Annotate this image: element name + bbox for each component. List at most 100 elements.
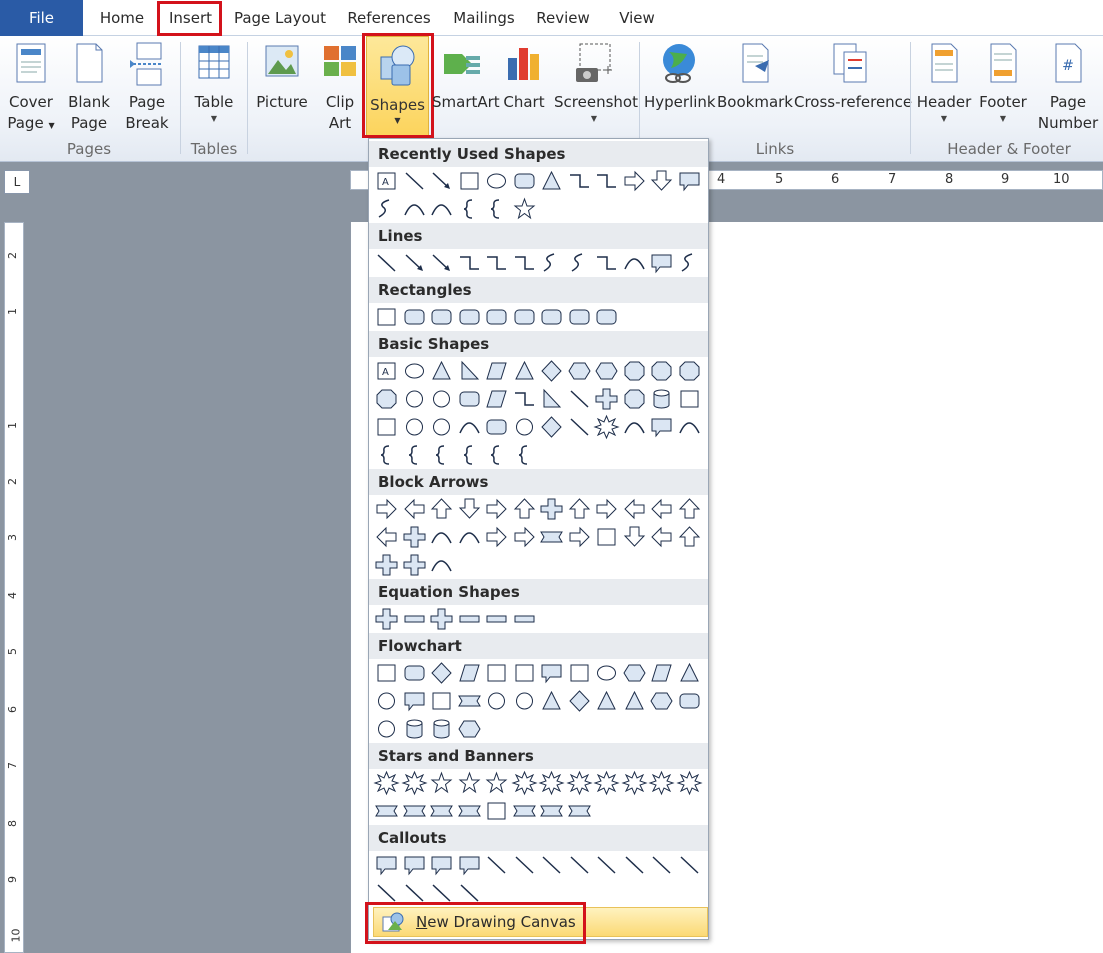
shape-arrowline-icon[interactable] — [428, 167, 455, 195]
shape-banner-icon[interactable] — [538, 523, 565, 551]
shape-tri-icon[interactable] — [593, 687, 620, 715]
shape-rarrow-icon[interactable] — [593, 495, 620, 523]
shape-diamond-icon[interactable] — [538, 413, 565, 441]
tab-review[interactable]: Review — [530, 0, 596, 36]
shape-brace-icon[interactable] — [511, 441, 538, 469]
shape-curve-icon[interactable] — [401, 195, 428, 223]
shape-burst-icon[interactable] — [593, 769, 620, 797]
shape-curve-icon[interactable] — [428, 523, 455, 551]
shape-hex-icon[interactable] — [593, 357, 620, 385]
shape-burst-icon[interactable] — [593, 413, 620, 441]
shape-rrect-icon[interactable] — [483, 413, 510, 441]
shape-elbow-icon[interactable] — [593, 167, 620, 195]
shape-brace-icon[interactable] — [456, 441, 483, 469]
shape-star-icon[interactable] — [483, 769, 510, 797]
shape-cyl-icon[interactable] — [648, 385, 675, 413]
shape-rarrow-icon[interactable] — [511, 523, 538, 551]
shape-burst-icon[interactable] — [538, 769, 565, 797]
shape-line-icon[interactable] — [456, 879, 483, 907]
shape-burst-icon[interactable] — [510, 769, 538, 797]
shape-rrect-icon[interactable] — [538, 303, 565, 331]
shape-rrect-icon[interactable] — [428, 303, 455, 331]
shape-rrect-icon[interactable] — [566, 303, 593, 331]
shape-line-icon[interactable] — [428, 879, 455, 907]
shape-banner-icon[interactable] — [456, 687, 483, 715]
shape-cyl-icon[interactable] — [428, 715, 455, 743]
shape-larrow-icon[interactable] — [373, 523, 400, 551]
shape-oct-icon[interactable] — [621, 385, 648, 413]
tab-page-layout[interactable]: Page Layout — [228, 0, 332, 36]
blank-page-button[interactable]: Blank Page — [63, 40, 115, 134]
shape-curve-icon[interactable] — [428, 195, 455, 223]
shape-minus-icon[interactable] — [511, 605, 538, 633]
shape-rrect-icon[interactable] — [401, 303, 428, 331]
shape-uarrow-icon[interactable] — [428, 495, 455, 523]
shape-tri-icon[interactable] — [621, 687, 648, 715]
shape-banner-icon[interactable] — [428, 797, 455, 825]
shape-plus-icon[interactable] — [401, 551, 428, 579]
tab-selector[interactable]: L — [4, 170, 30, 194]
shape-textbox-icon[interactable]: A — [373, 357, 400, 385]
shape-line-icon[interactable] — [401, 167, 428, 195]
shape-rect-icon[interactable] — [511, 659, 538, 687]
shape-para-icon[interactable] — [648, 659, 675, 687]
shape-plus-icon[interactable] — [593, 385, 620, 413]
shape-banner-icon[interactable] — [373, 797, 400, 825]
tab-mailings[interactable]: Mailings — [446, 0, 522, 36]
shape-brace-icon[interactable] — [373, 441, 400, 469]
shape-callout-icon[interactable] — [676, 167, 703, 195]
shape-elbow-icon[interactable] — [566, 167, 593, 195]
shape-curve-icon[interactable] — [676, 413, 703, 441]
shape-elbow-icon[interactable] — [511, 249, 538, 277]
shape-para-icon[interactable] — [456, 659, 483, 687]
shape-larrow-icon[interactable] — [648, 495, 675, 523]
shape-scribble-icon[interactable] — [538, 249, 565, 277]
shape-tri-icon[interactable] — [428, 357, 455, 385]
shape-circle-icon[interactable] — [373, 687, 400, 715]
shape-brace-icon[interactable] — [428, 441, 455, 469]
shape-star-icon[interactable] — [511, 195, 538, 223]
cover-page-button[interactable]: Cover Page ▼ — [4, 40, 58, 136]
shape-para-icon[interactable] — [483, 385, 510, 413]
shape-oct-icon[interactable] — [373, 385, 400, 413]
shape-plus-icon[interactable] — [373, 605, 400, 633]
shape-callout-icon[interactable] — [401, 851, 428, 879]
tab-view[interactable]: View — [606, 0, 668, 36]
shape-burst-icon[interactable] — [648, 769, 675, 797]
shape-tri-icon[interactable] — [538, 167, 565, 195]
shape-callout-icon[interactable] — [401, 687, 428, 715]
shape-uarrow-icon[interactable] — [566, 495, 593, 523]
shape-circle-icon[interactable] — [401, 413, 428, 441]
shape-curve-icon[interactable] — [456, 523, 483, 551]
shape-rrect-icon[interactable] — [511, 167, 538, 195]
shape-darrow-icon[interactable] — [456, 495, 483, 523]
shape-plus-icon[interactable] — [538, 495, 565, 523]
shape-tri-icon[interactable] — [676, 659, 703, 687]
shape-banner-icon[interactable] — [538, 797, 565, 825]
shape-rect-icon[interactable] — [428, 687, 455, 715]
shape-callout-icon[interactable] — [648, 413, 675, 441]
shape-cyl-icon[interactable] — [401, 715, 428, 743]
shape-tri-icon[interactable] — [511, 357, 538, 385]
shape-line-icon[interactable] — [483, 851, 510, 879]
shape-elbow-icon[interactable] — [593, 249, 620, 277]
shape-line-icon[interactable] — [511, 851, 538, 879]
shape-scribble-icon[interactable] — [566, 249, 593, 277]
shape-rect-icon[interactable] — [566, 659, 593, 687]
shape-star-icon[interactable] — [456, 769, 483, 797]
shape-hex-icon[interactable] — [456, 715, 483, 743]
vertical-ruler[interactable]: 2 1 1 2 3 4 5 6 7 8 9 10 — [4, 222, 24, 953]
shape-line-icon[interactable] — [566, 385, 593, 413]
table-button[interactable]: Table ▼ — [186, 40, 242, 125]
shape-line-icon[interactable] — [566, 851, 593, 879]
shape-brace-icon[interactable] — [483, 441, 510, 469]
shape-line-icon[interactable] — [648, 851, 675, 879]
shape-brace-icon[interactable] — [401, 441, 428, 469]
shape-darrow-icon[interactable] — [621, 523, 648, 551]
shape-circle-icon[interactable] — [483, 687, 510, 715]
shape-line-icon[interactable] — [566, 413, 593, 441]
shape-burst-icon[interactable] — [400, 769, 428, 797]
shape-scribble-icon[interactable] — [676, 249, 703, 277]
shape-circle-icon[interactable] — [428, 385, 455, 413]
shape-uarrow-icon[interactable] — [676, 523, 703, 551]
